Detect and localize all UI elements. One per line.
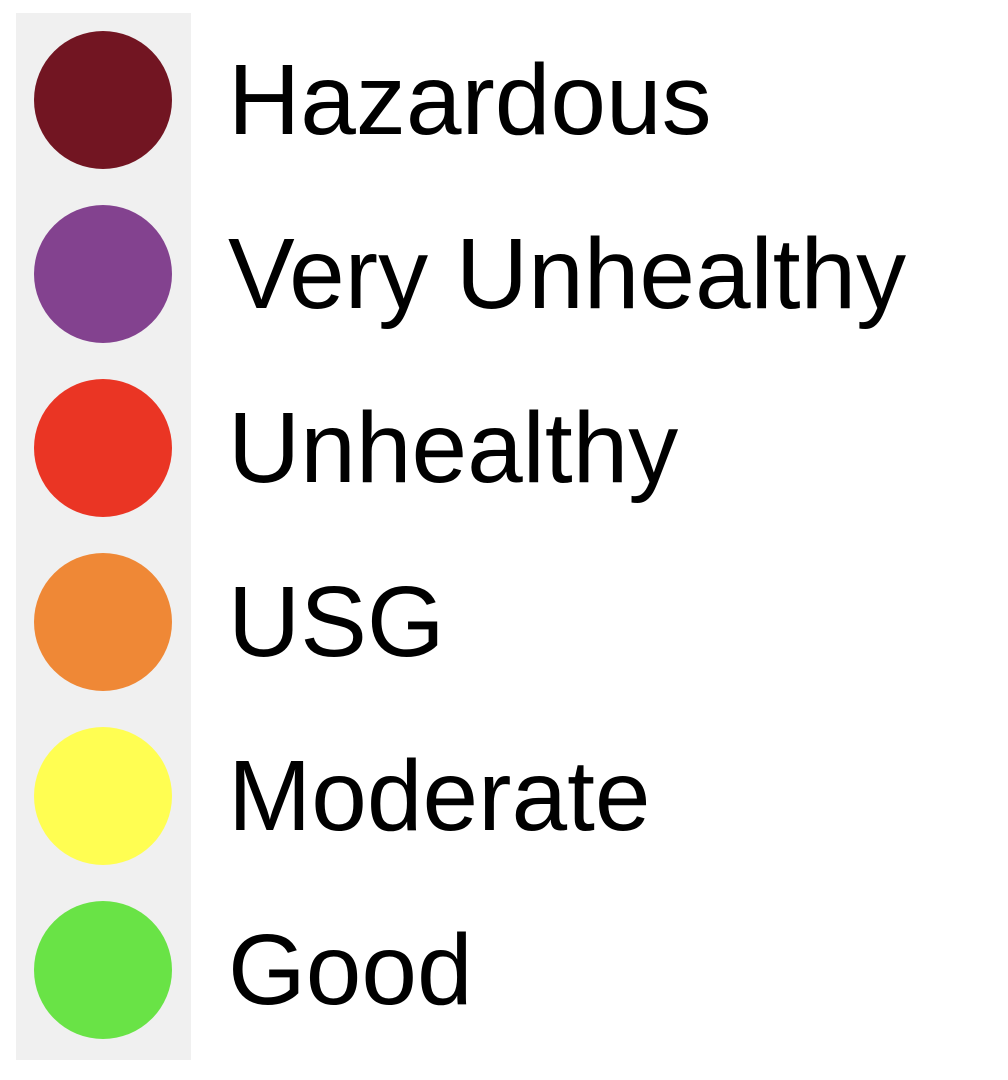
legend-item-usg: USG xyxy=(0,535,1008,709)
legend-item-moderate: Moderate xyxy=(0,709,1008,883)
legend-label: Good xyxy=(228,914,473,1026)
legend-item-unhealthy: Unhealthy xyxy=(0,361,1008,535)
legend-label: Moderate xyxy=(228,740,651,852)
color-dot xyxy=(34,727,172,865)
color-dot xyxy=(34,31,172,169)
legend-item-hazardous: Hazardous xyxy=(0,13,1008,187)
color-dot xyxy=(34,553,172,691)
legend-item-good: Good xyxy=(0,883,1008,1057)
legend-label: Hazardous xyxy=(228,44,712,156)
legend-label: Unhealthy xyxy=(228,392,679,504)
aqi-legend: Hazardous Very Unhealthy Unhealthy USG M… xyxy=(0,0,1008,1080)
legend-item-very-unhealthy: Very Unhealthy xyxy=(0,187,1008,361)
legend-label: USG xyxy=(228,566,445,678)
color-dot xyxy=(34,901,172,1039)
color-dot xyxy=(34,205,172,343)
color-dot xyxy=(34,379,172,517)
legend-label: Very Unhealthy xyxy=(228,218,907,330)
